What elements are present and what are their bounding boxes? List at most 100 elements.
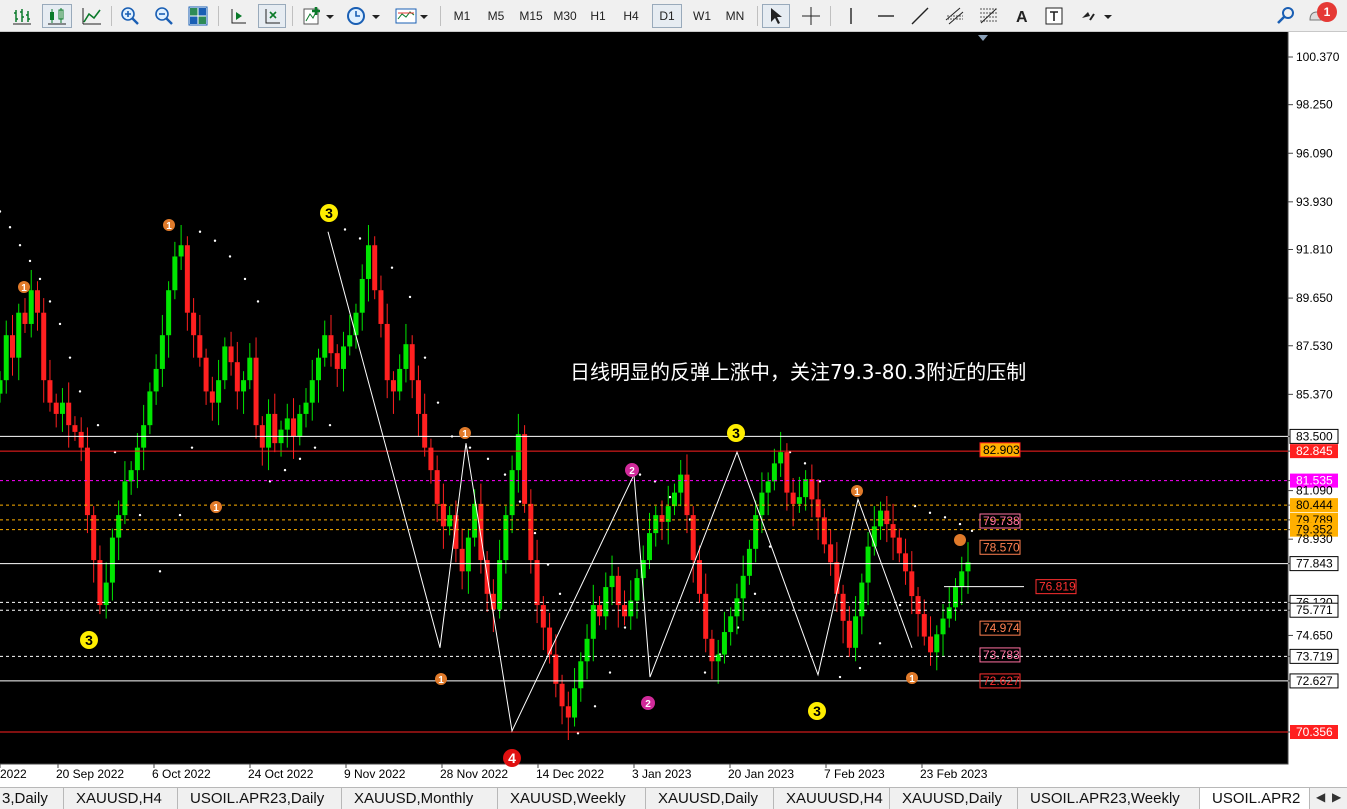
chart-shift-icon[interactable] <box>224 4 252 28</box>
sar-dot <box>96 423 100 427</box>
price-tick-label: 75.771 <box>1296 603 1333 617</box>
candle-body <box>209 391 215 403</box>
candle-body <box>316 357 322 381</box>
line-chart-icon[interactable] <box>78 4 106 28</box>
horizontal-line-icon[interactable] <box>872 4 900 28</box>
tab-chart-active[interactable]: USOIL.APR2 <box>1200 788 1310 809</box>
tab-chart[interactable]: USOIL.APR23,Daily <box>178 788 342 809</box>
candle-body <box>109 537 115 583</box>
sar-dot <box>503 473 507 476</box>
candle-body <box>784 452 790 493</box>
tab-chart[interactable]: XAUUSD,Monthly <box>342 788 498 809</box>
candle-body <box>690 515 696 561</box>
candle-body <box>322 335 328 358</box>
candle-body <box>628 600 634 617</box>
tile-windows-icon[interactable] <box>184 4 212 28</box>
timeframe-m1-button[interactable]: M1 <box>448 4 476 28</box>
tab-chart[interactable]: XAUUSD,Weekly <box>498 788 646 809</box>
candle-body <box>22 312 28 324</box>
crosshair-icon[interactable] <box>797 4 825 28</box>
sar-dot <box>158 570 162 573</box>
timeframe-mn-button[interactable]: MN <box>720 4 750 28</box>
main-toolbar: M1 M5 M15 M30 H1 H4 D1 W1 MN A 1 <box>0 0 1347 32</box>
bar-chart-icon[interactable] <box>8 4 36 28</box>
candle-body <box>715 654 721 662</box>
sar-dot <box>753 592 757 596</box>
fibonacci-icon[interactable] <box>974 4 1004 28</box>
autoscroll-icon[interactable] <box>258 4 286 28</box>
tab-chart[interactable]: XAUUSD,Daily <box>890 788 1018 809</box>
equidistant-channel-icon[interactable] <box>940 4 970 28</box>
sar-dot <box>958 522 962 526</box>
zoom-in-icon[interactable] <box>116 4 144 28</box>
tab-chart[interactable]: USOIL.APR23,Weekly <box>1018 788 1200 809</box>
candle-body <box>734 598 740 617</box>
candlestick-chart-icon[interactable] <box>42 4 72 28</box>
candle-body <box>309 380 315 403</box>
candle-body <box>578 661 584 689</box>
timeframe-m30-button[interactable]: M30 <box>550 4 580 28</box>
candle-body <box>846 620 852 648</box>
sar-dot <box>213 239 217 242</box>
indicators-dropdown-icon[interactable] <box>300 4 338 28</box>
tab-chart[interactable]: XAUUUSD,H4 <box>774 788 890 809</box>
periods-clock-icon[interactable] <box>344 4 384 28</box>
date-tick-label: 24 Oct 2022 <box>248 767 314 781</box>
candle-body <box>103 582 109 606</box>
candle-body <box>671 492 677 507</box>
tab-scroll-right-icon[interactable]: ▶ <box>1332 790 1341 804</box>
sar-dot <box>593 705 597 708</box>
candle-body <box>284 418 290 430</box>
timeframe-h4-button[interactable]: H4 <box>617 4 645 28</box>
timeframe-m15-button[interactable]: M15 <box>516 4 546 28</box>
date-tick-label: 20 Jan 2023 <box>728 767 794 781</box>
candle-body <box>940 618 946 635</box>
candle-body <box>328 335 334 354</box>
sar-dot <box>58 322 62 326</box>
tab-scroll-left-icon[interactable]: ◀ <box>1316 790 1325 804</box>
candle-body <box>41 312 47 381</box>
sar-dot <box>928 511 932 515</box>
timeframe-d1-button[interactable]: D1 <box>652 4 682 28</box>
candle-body <box>696 560 702 594</box>
candle-body <box>122 481 128 516</box>
tab-chart[interactable]: 3,Daily <box>0 788 64 809</box>
trendline-icon[interactable] <box>906 4 934 28</box>
wave-marker-label: 4 <box>508 750 516 766</box>
price-tick-label: 89.650 <box>1296 291 1333 305</box>
candle-body <box>928 636 934 653</box>
candle-body <box>865 546 871 583</box>
candle-body <box>553 654 559 684</box>
vertical-line-icon[interactable] <box>838 4 864 28</box>
candle-body <box>447 515 453 527</box>
candle-body <box>384 323 390 381</box>
zoom-out-icon[interactable] <box>150 4 178 28</box>
candle-body <box>890 524 896 538</box>
candle-body <box>884 510 890 525</box>
candle-body <box>28 290 34 324</box>
search-icon[interactable] <box>1272 4 1300 28</box>
sar-dot <box>228 255 232 258</box>
cursor-icon[interactable] <box>762 4 790 28</box>
timeframe-h1-button[interactable]: H1 <box>584 4 612 28</box>
tab-chart[interactable]: XAUUSD,Daily <box>646 788 774 809</box>
wave-marker <box>954 534 966 546</box>
candle-body <box>547 627 553 655</box>
text-label-icon[interactable] <box>1040 4 1068 28</box>
sar-dot <box>468 446 472 449</box>
timeframe-m5-button[interactable]: M5 <box>482 4 510 28</box>
price-tick-label: 83.500 <box>1296 429 1333 443</box>
candle-body <box>909 571 915 597</box>
level-label: 73.783 <box>983 648 1020 662</box>
text-tool-icon[interactable]: A <box>1010 4 1034 28</box>
timeframe-w1-button[interactable]: W1 <box>688 4 716 28</box>
candle-body <box>228 346 234 363</box>
chart-plot-area[interactable] <box>0 32 1288 764</box>
arrows-dropdown-icon[interactable] <box>1076 4 1116 28</box>
candle-body <box>47 380 53 403</box>
candle-body <box>153 368 159 392</box>
tab-chart[interactable]: XAUUSD,H4 <box>64 788 178 809</box>
price-chart[interactable]: 3 1 1 1 3 3 1 2 4 2 3 1 1 1 82.903 79.738 78.570 76.819 7… <box>0 32 1347 787</box>
templates-dropdown-icon[interactable] <box>392 4 432 28</box>
candle-body <box>378 290 384 324</box>
